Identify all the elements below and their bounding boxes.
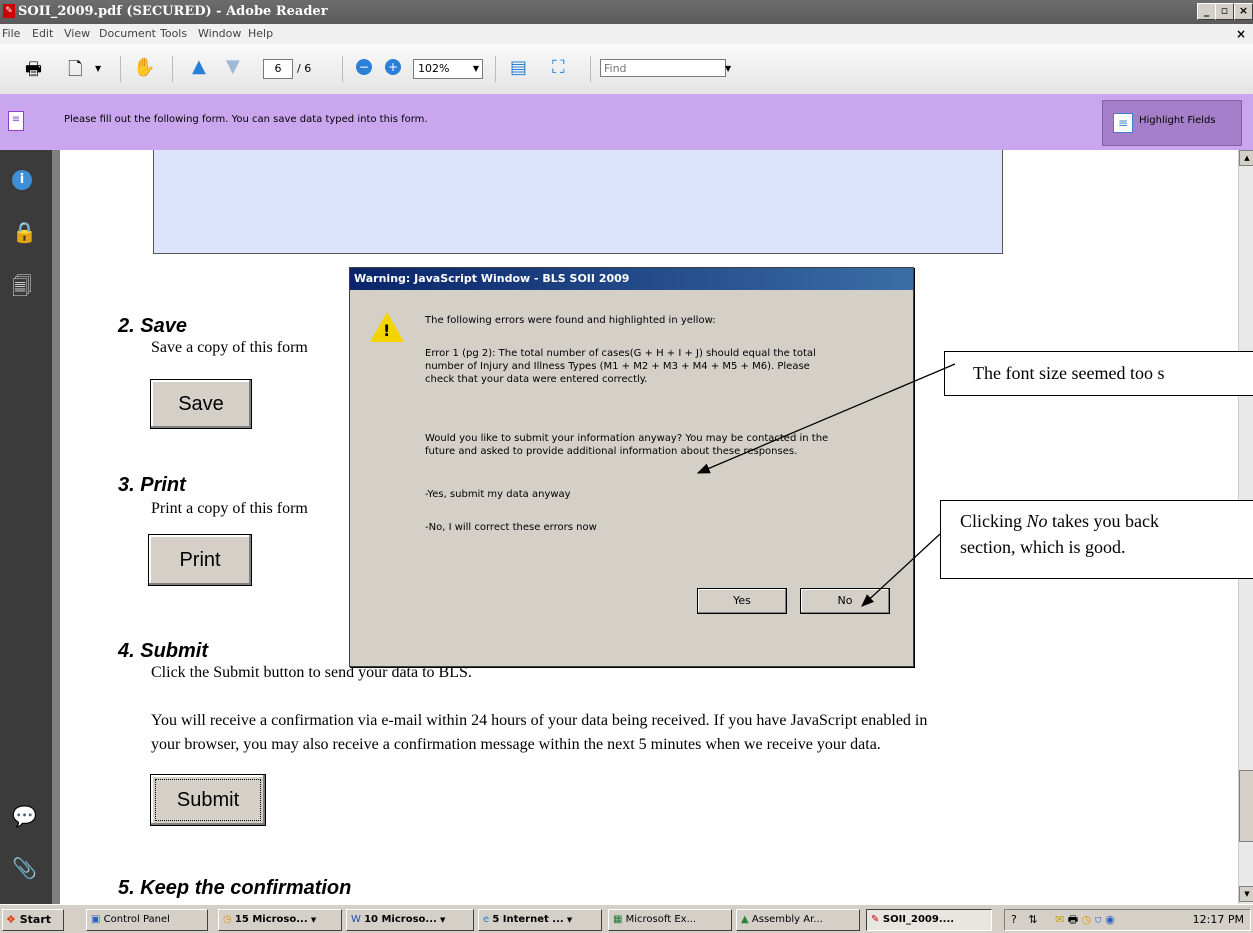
- mail-icon[interactable]: ✉: [1041, 913, 1064, 926]
- start-button[interactable]: ❖ Start: [2, 909, 64, 931]
- taskbar-item-control-panel[interactable]: ▣ Control Panel: [86, 909, 208, 931]
- control-panel-icon: ▣: [91, 914, 101, 925]
- taskbar-item-assembly[interactable]: ▲ Assembly Ar...: [736, 909, 860, 931]
- picture-icon: ▲: [741, 914, 749, 925]
- chevron-down-icon: ▼: [440, 916, 446, 924]
- taskbar-item-word[interactable]: W 10 Microso... ▼: [346, 909, 474, 931]
- callout-arrows: [696, 363, 956, 607]
- printer-icon[interactable]: 🖶: [1068, 913, 1078, 926]
- clock-time: 12:17 PM: [1192, 913, 1244, 926]
- outlook-icon: ◷: [223, 914, 232, 925]
- system-tray: ? ⇅ ✉ 🖶 ◷ ⛉ ◉ 12:17 PM: [1004, 909, 1251, 931]
- taskbar-item-soii-pdf[interactable]: ✎ SOII_2009....: [866, 909, 992, 931]
- internet-explorer-icon: e: [483, 914, 490, 925]
- clock-icon[interactable]: ◷: [1082, 913, 1092, 926]
- adobe-pdf-icon: ✎: [871, 914, 880, 925]
- arrow-to-dialog-text: [696, 363, 956, 474]
- help-icon[interactable]: ?: [1005, 913, 1017, 926]
- chevron-down-icon: ▼: [566, 916, 573, 924]
- shield-icon[interactable]: ⛉: [1095, 913, 1102, 926]
- arrow-to-no-button: [861, 533, 941, 607]
- windows-logo-icon: ❖: [6, 913, 16, 926]
- network-icon[interactable]: ⇅: [1020, 913, 1037, 926]
- taskbar-item-outlook[interactable]: ◷ 15 Microso... ▼: [218, 909, 342, 931]
- word-icon: W: [351, 914, 361, 925]
- chevron-down-icon: ▼: [310, 916, 317, 924]
- taskbar: ❖ Start ▣ Control Panel ◷ 15 Microso... …: [0, 904, 1253, 933]
- excel-icon: ▦: [613, 914, 623, 925]
- antivirus-icon[interactable]: ◉: [1105, 913, 1115, 926]
- taskbar-item-internet[interactable]: e 5 Internet ... ▼: [478, 909, 602, 931]
- taskbar-item-excel[interactable]: ▦ Microsoft Ex...: [608, 909, 732, 931]
